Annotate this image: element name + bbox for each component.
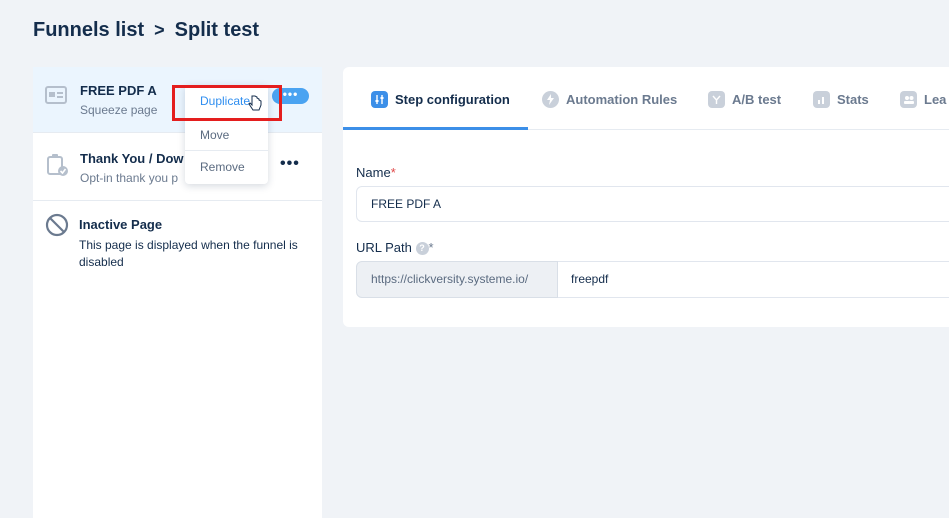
breadcrumb: Funnels list > Split test — [33, 19, 259, 42]
clipboard-check-icon — [45, 153, 69, 182]
step-title: FREE PDF A — [80, 83, 157, 98]
tab-label: Step configuration — [395, 92, 510, 107]
bolt-icon — [542, 91, 559, 108]
url-path-input[interactable]: freepdf — [558, 261, 949, 298]
chevron-right-icon: > — [154, 20, 165, 40]
name-label: Name* — [356, 165, 396, 180]
tab-ab-test[interactable]: A/B test — [708, 91, 781, 108]
tab-label: Lea — [924, 92, 947, 107]
name-input[interactable]: FREE PDF A — [356, 186, 949, 222]
step-title: Inactive Page — [79, 217, 163, 232]
users-icon — [900, 91, 917, 108]
step-item-thank-you[interactable]: Thank You / Dow Opt-in thank you p ••• — [33, 133, 322, 201]
tab-step-configuration[interactable]: Step configuration — [371, 91, 510, 108]
tab-automation-rules[interactable]: Automation Rules — [542, 91, 677, 108]
tab-label: A/B test — [732, 92, 782, 107]
url-path-label: URL Path ? * — [356, 240, 434, 256]
highlight-box — [172, 85, 282, 121]
step-more-button[interactable]: ••• — [280, 155, 300, 173]
page-title: Split test — [174, 19, 260, 41]
tab-stats[interactable]: Stats — [813, 91, 869, 108]
help-icon[interactable]: ? — [415, 242, 429, 256]
tab-label: Stats — [837, 92, 869, 107]
tab-bar: Step configuration Automation Rules A/B … — [343, 67, 949, 130]
menu-item-remove[interactable]: Remove — [185, 151, 268, 184]
step-subtitle: Squeeze page — [80, 103, 158, 117]
funnel-steps-panel: FREE PDF A Squeeze page ••• Thank You / … — [33, 67, 322, 518]
breadcrumb-funnels-list[interactable]: Funnels list — [33, 19, 144, 42]
required-mark: * — [428, 240, 434, 255]
url-prefix: https://clickversity.systeme.io/ — [356, 261, 558, 298]
step-description: This page is displayed when the funnel i… — [79, 238, 298, 269]
ban-icon — [45, 213, 69, 242]
hand-cursor-icon — [248, 95, 262, 118]
step-subtitle: Opt-in thank you p — [80, 171, 179, 185]
page-icon — [45, 85, 67, 110]
bar-chart-icon — [813, 91, 830, 108]
step-title: Thank You / Dow — [80, 151, 184, 166]
tab-leads[interactable]: Lea — [900, 91, 946, 108]
required-mark: * — [390, 165, 396, 180]
active-tab-indicator — [343, 127, 528, 130]
tab-label: Automation Rules — [566, 92, 678, 107]
sliders-icon — [371, 91, 388, 108]
step-item-inactive-page[interactable]: Inactive Page This page is displayed whe… — [33, 201, 322, 281]
split-icon — [708, 91, 725, 108]
menu-item-move[interactable]: Move — [185, 118, 268, 151]
step-config-panel: Step configuration Automation Rules A/B … — [343, 67, 949, 327]
